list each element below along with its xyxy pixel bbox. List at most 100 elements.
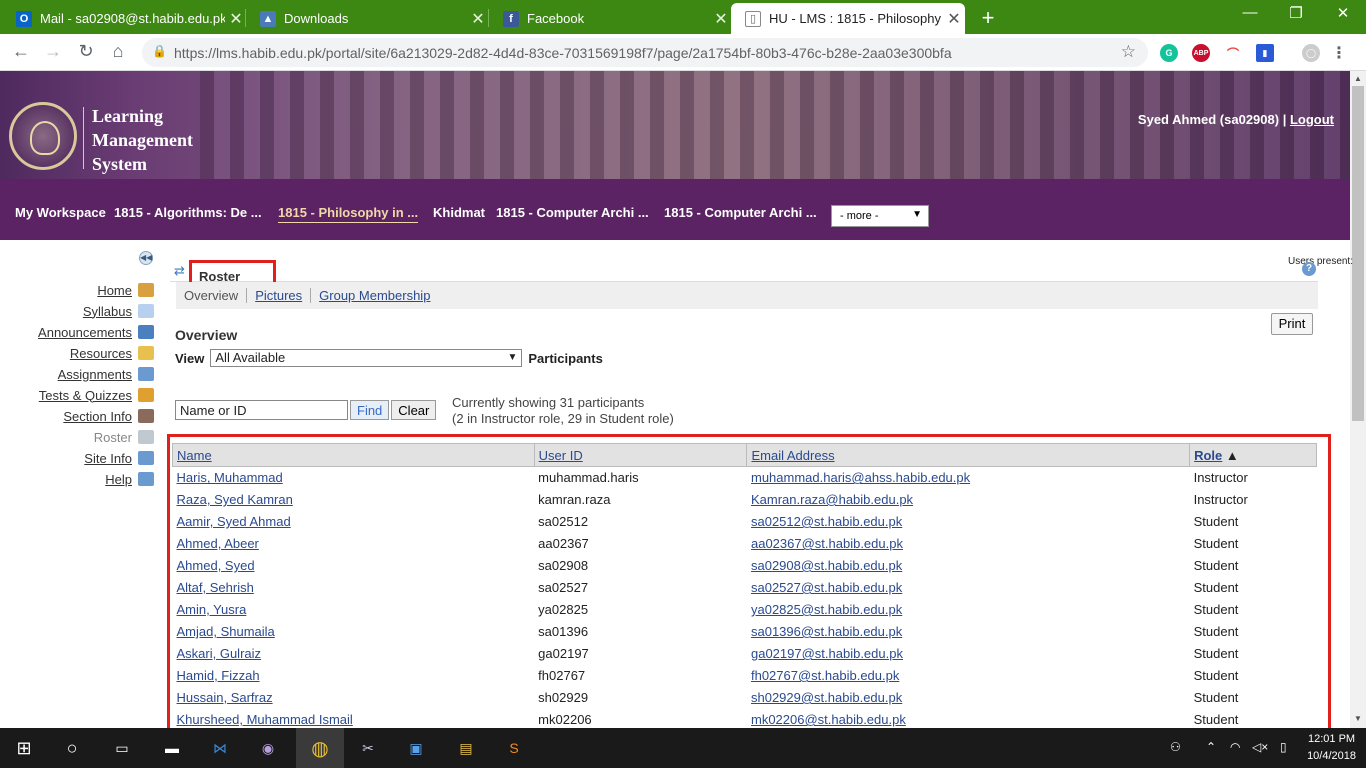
clear-button[interactable]: Clear xyxy=(391,400,437,420)
close-tab-icon[interactable]: ✕ xyxy=(710,9,732,29)
vscode-icon[interactable]: ⋈ xyxy=(208,736,232,760)
column-header-name[interactable]: Name xyxy=(177,448,212,463)
system-clock[interactable]: 12:01 PM 10/4/2018 xyxy=(1307,731,1356,765)
tool-item-announcements[interactable]: Announcements xyxy=(38,323,154,341)
tool-item-section-info[interactable]: Section Info xyxy=(63,407,154,425)
more-sites-select[interactable]: - more - ▼ xyxy=(831,205,929,227)
site-tab-computer-arch-2[interactable]: 1815 - Computer Archi ... xyxy=(664,205,817,220)
app-icon[interactable]: ◉ xyxy=(256,736,280,760)
tool-label[interactable]: Help xyxy=(105,472,132,487)
back-icon[interactable]: ← xyxy=(10,41,32,62)
logout-link[interactable]: Logout xyxy=(1290,112,1334,127)
participant-name-link[interactable]: Altaf, Sehrish xyxy=(177,580,254,595)
scrollbar-thumb[interactable] xyxy=(1352,86,1364,421)
tool-item-help[interactable]: Help xyxy=(105,470,154,488)
address-bar[interactable]: 🔒 https://lms.habib.edu.pk/portal/site/6… xyxy=(142,38,1148,67)
extension-icon[interactable]: ▮ xyxy=(1256,44,1274,62)
close-window-button[interactable]: ✕ xyxy=(1320,4,1366,22)
sublime-icon[interactable]: S xyxy=(502,736,526,760)
url-text[interactable]: https://lms.habib.edu.pk/portal/site/6a2… xyxy=(174,45,952,61)
tool-item-roster[interactable]: Roster xyxy=(94,428,154,446)
tool-item-site-info[interactable]: Site Info xyxy=(84,449,154,467)
browser-tab[interactable]: f Facebook ✕ xyxy=(489,3,732,34)
minimize-button[interactable]: — xyxy=(1227,4,1273,21)
new-tab-button[interactable]: + xyxy=(978,5,998,31)
snipping-icon[interactable]: ✂ xyxy=(356,736,380,760)
participant-name-link[interactable]: Ahmed, Syed xyxy=(177,558,255,573)
tool-item-syllabus[interactable]: Syllabus xyxy=(83,302,154,320)
participant-email-link[interactable]: aa02367@st.habib.edu.pk xyxy=(751,536,903,551)
tool-label[interactable]: Site Info xyxy=(84,451,132,466)
subnav-group-membership-link[interactable]: Group Membership xyxy=(319,288,438,303)
participant-email-link[interactable]: muhammad.haris@ahss.habib.edu.pk xyxy=(751,470,970,485)
home-icon[interactable]: ⌂ xyxy=(107,41,129,62)
participant-name-link[interactable]: Hussain, Sarfraz xyxy=(177,690,273,705)
column-header-email[interactable]: Email Address xyxy=(751,448,834,463)
task-view-icon[interactable]: ▭ xyxy=(110,736,134,760)
participant-email-link[interactable]: sa02527@st.habib.edu.pk xyxy=(751,580,902,595)
participant-name-link[interactable]: Askari, Gulraiz xyxy=(177,646,262,661)
search-circle-icon[interactable]: ○ xyxy=(60,736,84,760)
show-hidden-icons[interactable]: ⌃ xyxy=(1206,740,1216,754)
tool-label[interactable]: Announcements xyxy=(38,325,132,340)
participant-email-link[interactable]: ya02825@st.habib.edu.pk xyxy=(751,602,902,617)
participant-name-link[interactable]: Hamid, Fizzah xyxy=(177,668,260,683)
participant-name-link[interactable]: Aamir, Syed Ahmad xyxy=(177,514,291,529)
help-icon[interactable]: ? xyxy=(1302,262,1316,276)
refresh-icon[interactable]: ⇄ xyxy=(174,263,185,279)
tool-label[interactable]: Section Info xyxy=(63,409,132,424)
participant-email-link[interactable]: mk02206@st.habib.edu.pk xyxy=(751,712,906,727)
site-tab-khidmat[interactable]: Khidmat xyxy=(433,205,485,220)
column-header-role[interactable]: Role xyxy=(1194,448,1222,463)
tool-item-assignments[interactable]: Assignments xyxy=(58,365,154,383)
participant-name-link[interactable]: Amjad, Shumaila xyxy=(177,624,275,639)
close-tab-icon[interactable]: ✕ xyxy=(943,9,965,29)
tool-item-tests-quizzes[interactable]: Tests & Quizzes xyxy=(39,386,154,404)
subnav-pictures-link[interactable]: Pictures xyxy=(255,288,312,303)
site-tab-algorithms[interactable]: 1815 - Algorithms: De ... xyxy=(114,205,262,220)
tool-label[interactable]: Resources xyxy=(70,346,132,361)
participant-name-link[interactable]: Amin, Yusra xyxy=(177,602,247,617)
file-explorer-icon[interactable]: ▤ xyxy=(454,736,478,760)
close-tab-icon[interactable]: ✕ xyxy=(467,9,489,29)
close-tab-icon[interactable]: ✕ xyxy=(225,9,247,29)
view-select[interactable]: All Available ▼ xyxy=(210,349,523,367)
search-input[interactable] xyxy=(175,400,348,420)
participant-name-link[interactable]: Khursheed, Muhammad Ismail xyxy=(177,712,353,727)
participant-email-link[interactable]: ga02197@st.habib.edu.pk xyxy=(751,646,903,661)
site-tab-my-workspace[interactable]: My Workspace xyxy=(15,205,106,220)
find-button[interactable]: Find xyxy=(350,400,390,420)
site-tab-computer-arch-1[interactable]: 1815 - Computer Archi ... xyxy=(496,205,649,220)
wifi-icon[interactable]: ◠ xyxy=(1230,740,1240,754)
scroll-down-icon[interactable]: ▼ xyxy=(1350,714,1366,723)
adblock-extension-icon[interactable]: ABP xyxy=(1192,44,1210,62)
tool-item-resources[interactable]: Resources xyxy=(70,344,154,362)
print-button[interactable]: Print xyxy=(1271,313,1313,335)
participant-email-link[interactable]: sa02512@st.habib.edu.pk xyxy=(751,514,902,529)
chrome-icon[interactable]: ◍ xyxy=(296,728,344,768)
site-tab-philosophy[interactable]: 1815 - Philosophy in ... xyxy=(278,205,419,223)
column-header-user-id[interactable]: User ID xyxy=(539,448,583,463)
tool-label[interactable]: Tests & Quizzes xyxy=(39,388,132,403)
pc-icon[interactable]: ▬ xyxy=(160,736,184,760)
participant-email-link[interactable]: Kamran.raza@habib.edu.pk xyxy=(751,492,913,507)
windows-start-icon[interactable]: ⊞ xyxy=(12,736,36,760)
participant-email-link[interactable]: fh02767@st.habib.edu.pk xyxy=(751,668,899,683)
menu-dots-icon[interactable]: ⋮ xyxy=(1330,44,1348,62)
forward-icon[interactable]: → xyxy=(42,41,64,62)
participant-name-link[interactable]: Haris, Muhammad xyxy=(177,470,283,485)
participant-name-link[interactable]: Ahmed, Abeer xyxy=(177,536,259,551)
grammarly-extension-icon[interactable]: G xyxy=(1160,44,1178,62)
participant-email-link[interactable]: sh02929@st.habib.edu.pk xyxy=(751,690,902,705)
maximize-button[interactable]: ❐ xyxy=(1273,4,1319,22)
participant-email-link[interactable]: sa02908@st.habib.edu.pk xyxy=(751,558,902,573)
participant-email-link[interactable]: sa01396@st.habib.edu.pk xyxy=(751,624,902,639)
page-scrollbar[interactable]: ▲ ▼ xyxy=(1350,71,1366,728)
tool-label[interactable]: Syllabus xyxy=(83,304,132,319)
tool-item-home[interactable]: Home xyxy=(97,281,154,299)
language-icon[interactable]: ▯ xyxy=(1280,740,1287,754)
browser-tab[interactable]: ▯ HU - LMS : 1815 - Philosophy in t ✕ xyxy=(731,3,965,34)
participant-name-link[interactable]: Raza, Syed Kamran xyxy=(177,492,293,507)
browser-tab[interactable]: O Mail - sa02908@st.habib.edu.pk ✕ xyxy=(2,3,247,34)
collapse-menu-icon[interactable]: ◀◀ xyxy=(139,251,153,265)
